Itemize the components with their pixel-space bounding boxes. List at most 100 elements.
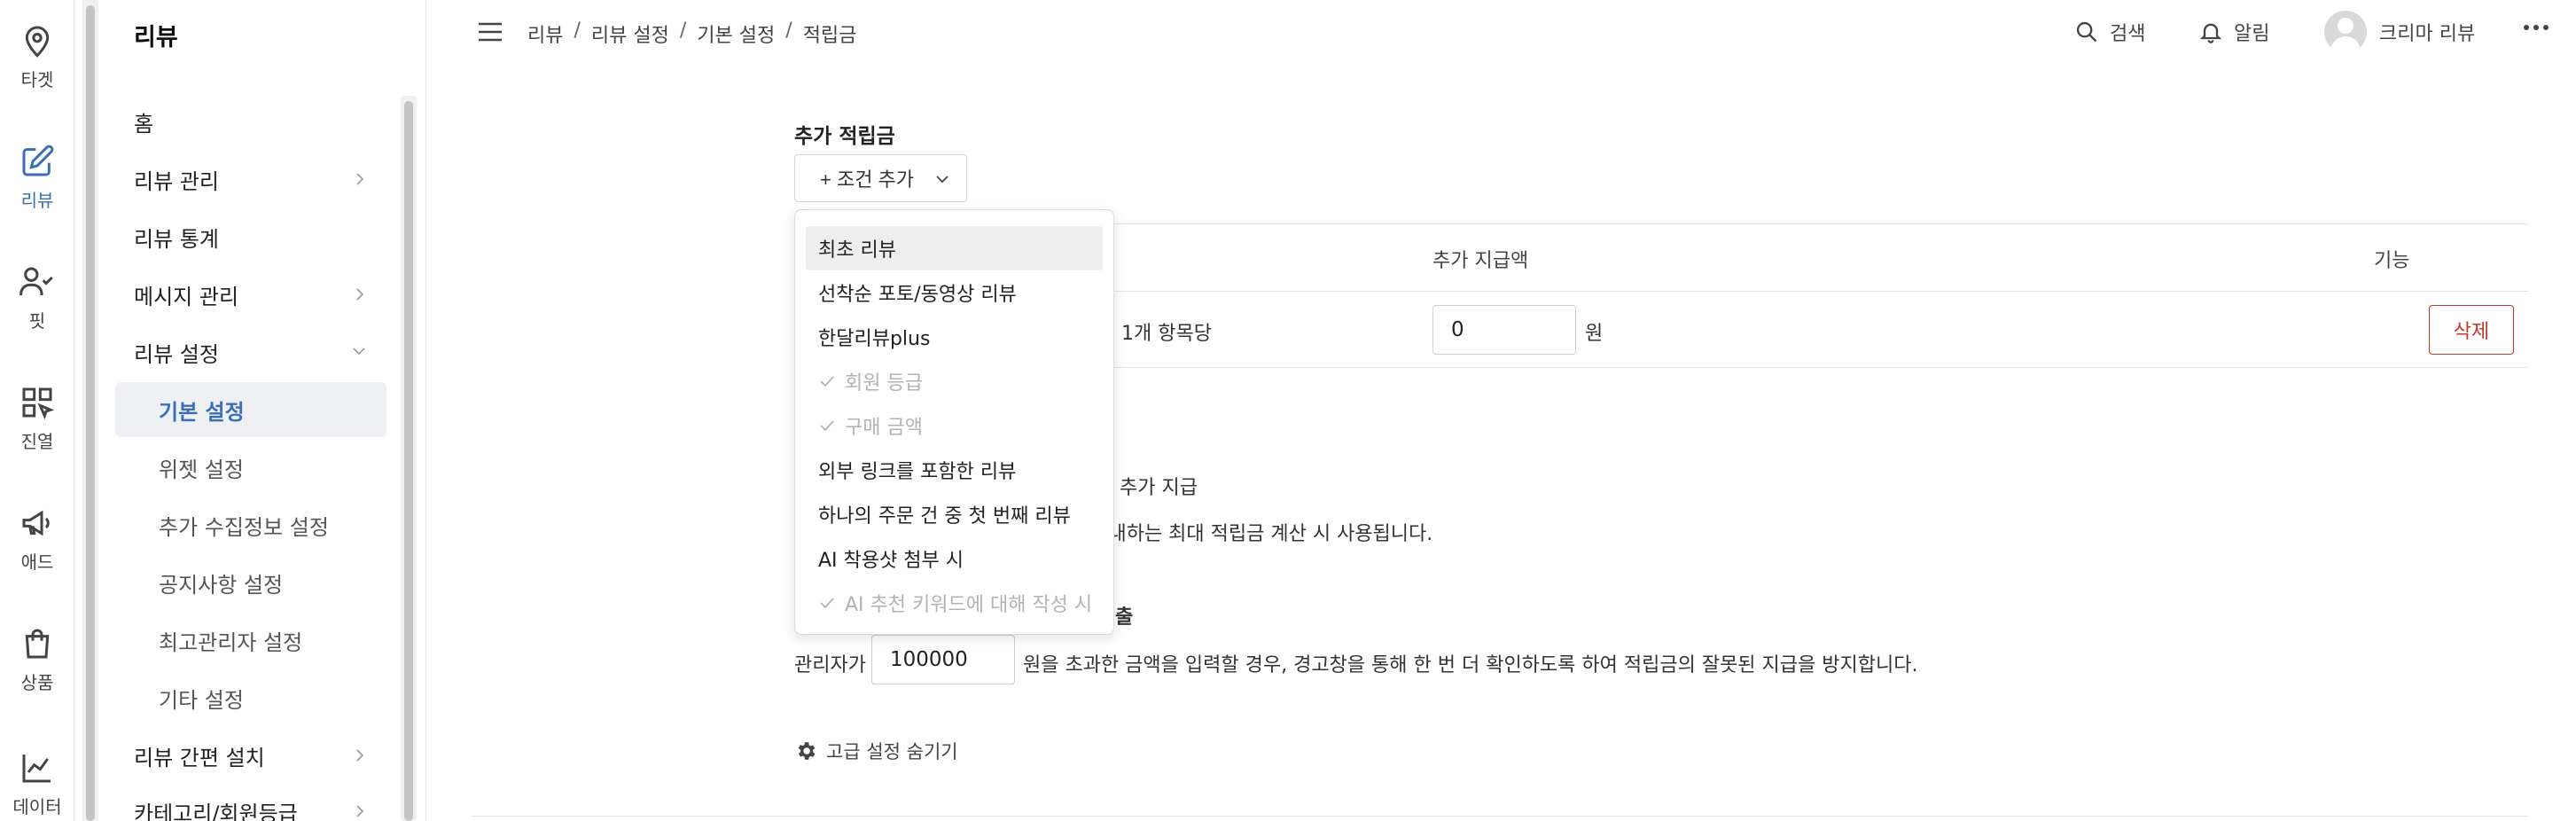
rail-item-fit[interactable]: 핏 (0, 264, 74, 332)
column-header-amount: 추가 지급액 (1432, 250, 1529, 272)
breadcrumb: 리뷰 / 리뷰 설정 / 기본 설정 / 적립금 (527, 20, 856, 48)
bell-icon (2199, 23, 2222, 43)
chevron-down-icon (353, 348, 365, 356)
advanced-settings-toggle[interactable]: 고급 설정 숨기기 (794, 738, 958, 764)
delete-label: 삭제 (2453, 320, 2490, 342)
menu-item-label: 리뷰 설정 (134, 341, 219, 367)
dropdown-item-ai-fitting-shot[interactable]: AI 착용샷 첨부 시 (806, 536, 1103, 581)
menu-item-label: 기타 설정 (159, 687, 244, 713)
menu-item-extra-info-settings[interactable]: 추가 수집정보 설정 (115, 497, 386, 552)
limit-description: 원을 초과한 금액을 입력할 경우, 경고창을 통해 한 번 더 확인하도록 하… (1023, 654, 1918, 676)
breadcrumb-item[interactable]: 리뷰 (527, 20, 563, 48)
user-name: 크리마 리뷰 (2379, 23, 2476, 45)
menu-item-widget-settings[interactable]: 위젯 설정 (115, 440, 386, 495)
rail-item-display[interactable]: 진열 (0, 385, 74, 453)
dropdown-item-ai-keyword: AI 추천 키워드에 대해 작성 시 (806, 581, 1103, 625)
menu-scrollbar-thumb[interactable] (404, 101, 413, 821)
rail-item-review[interactable]: 리뷰 (0, 144, 74, 212)
rail-label-data: 데이터 (12, 796, 62, 817)
dropdown-item-external-link[interactable]: 외부 링크를 포함한 리뷰 (806, 448, 1103, 492)
dropdown-item-monthly-plus[interactable]: 한달리뷰plus (806, 315, 1103, 359)
rail-label-target: 타겟 (20, 69, 54, 90)
menu-item-review-stats[interactable]: 리뷰 통계 (115, 209, 386, 264)
gear-icon (798, 742, 816, 760)
user-menu[interactable]: 크리마 리뷰 (2324, 11, 2475, 53)
menu-item-label: 리뷰 통계 (134, 226, 219, 252)
rail-item-ad[interactable]: 애드 (0, 505, 74, 574)
icon-rail: 타겟 리뷰 핏 진열 애드 상품 데이터 (0, 0, 74, 821)
menu-item-easy-install[interactable]: 리뷰 간편 설치 (115, 728, 386, 783)
limit-input[interactable] (871, 635, 1015, 684)
limit-prefix: 관리자가 (794, 654, 866, 676)
add-condition-button[interactable]: + 조건 추가 (794, 154, 967, 202)
menu-item-etc-settings[interactable]: 기타 설정 (115, 670, 386, 725)
menu-item-superadmin-settings[interactable]: 최고관리자 설정 (115, 613, 386, 668)
rail-label-product: 상품 (20, 672, 54, 693)
chart-line-icon (22, 755, 51, 783)
rail-item-product[interactable]: 상품 (0, 626, 74, 694)
chevron-right-icon (356, 288, 364, 301)
alarm-label: 알림 (2234, 23, 2270, 45)
rail-label-ad: 애드 (20, 551, 54, 573)
breadcrumb-separator: / (785, 20, 792, 42)
dropdown-item-first-review[interactable]: 최초 리뷰 (806, 226, 1103, 270)
dropdown-item-label: 회원 등급 (845, 372, 923, 395)
hamburger-menu-button[interactable] (477, 21, 503, 46)
section-title: 추가 적립금 (794, 125, 895, 148)
location-pin-icon (25, 26, 50, 58)
rail-scrollbar-thumb[interactable] (86, 5, 95, 821)
menu-item-label: 홈 (134, 111, 154, 137)
menu-item-label: 카테고리/회원등급 (134, 801, 298, 821)
menu-item-home[interactable]: 홈 (115, 94, 386, 149)
chevron-down-icon (936, 176, 948, 184)
alarm-button[interactable]: 알림 (2198, 18, 2269, 46)
edit-icon (22, 145, 54, 176)
rail-label-fit: 핏 (28, 310, 46, 332)
menu-item-label: 공지사항 설정 (159, 572, 284, 598)
advanced-settings-label: 고급 설정 숨기기 (826, 741, 958, 762)
breadcrumb-item[interactable]: 기본 설정 (697, 20, 775, 48)
check-icon (820, 376, 834, 387)
rail-scrollbar[interactable] (82, 0, 98, 821)
check-icon (820, 598, 834, 609)
search-button[interactable]: 검색 (2074, 18, 2145, 46)
rail-item-data[interactable]: 데이터 (0, 750, 74, 818)
menu-item-label: 메시지 관리 (134, 284, 239, 309)
breadcrumb-item[interactable]: 리뷰 설정 (591, 20, 669, 48)
dropdown-item-label: 선착순 포토/동영상 리뷰 (818, 284, 1017, 306)
dropdown-item-label: 최초 리뷰 (818, 239, 896, 262)
menu-item-review-manage[interactable]: 리뷰 관리 (115, 152, 386, 207)
dropdown-item-first-in-order[interactable]: 하나의 주문 건 중 첫 번째 리뷰 (806, 492, 1103, 536)
rail-label-display: 진열 (20, 431, 54, 452)
menu-item-label: 위젯 설정 (159, 457, 244, 482)
breadcrumb-separator: / (574, 20, 581, 42)
search-icon (2076, 21, 2097, 43)
menu-scrollbar[interactable] (401, 96, 417, 821)
dropdown-item-label: 구매 금액 (845, 417, 923, 439)
rail-label-review: 리뷰 (20, 190, 54, 211)
menu-item-notice-settings[interactable]: 공지사항 설정 (115, 555, 386, 610)
menu-title: 리뷰 (134, 24, 178, 51)
unit-text: 1개 항목당 (1121, 323, 1212, 345)
menu-item-review-settings[interactable]: 리뷰 설정 (115, 324, 386, 379)
menu-item-category-grade[interactable]: 카테고리/회원등급 (115, 784, 386, 821)
rail-item-target[interactable]: 타겟 (0, 23, 74, 91)
menu-item-basic-settings[interactable]: 기본 설정 (115, 382, 386, 437)
extra-pay-text: 추가 지급 (1120, 477, 1198, 499)
dropdown-item-purchase-amount: 구매 금액 (806, 403, 1103, 448)
dropdown-item-label: 외부 링크를 포함한 리뷰 (818, 461, 1017, 483)
section-divider (472, 816, 2528, 817)
column-header-action: 기능 (2374, 250, 2410, 272)
chevron-right-icon (356, 749, 364, 762)
delete-button[interactable]: 삭제 (2429, 305, 2514, 355)
search-label: 검색 (2110, 23, 2146, 45)
currency-label: 원 (1585, 323, 1604, 345)
more-button[interactable] (2523, 23, 2549, 32)
menu-item-label: 추가 수집정보 설정 (159, 514, 329, 540)
amount-input[interactable] (1432, 305, 1576, 355)
menu-item-message-manage[interactable]: 메시지 관리 (115, 267, 386, 322)
dropdown-item-label: AI 착용샷 첨부 시 (818, 550, 964, 572)
menu-item-label: 최고관리자 설정 (159, 629, 303, 655)
dropdown-item-first-come-photo[interactable]: 선착순 포토/동영상 리뷰 (806, 270, 1103, 315)
avatar (2324, 11, 2367, 53)
